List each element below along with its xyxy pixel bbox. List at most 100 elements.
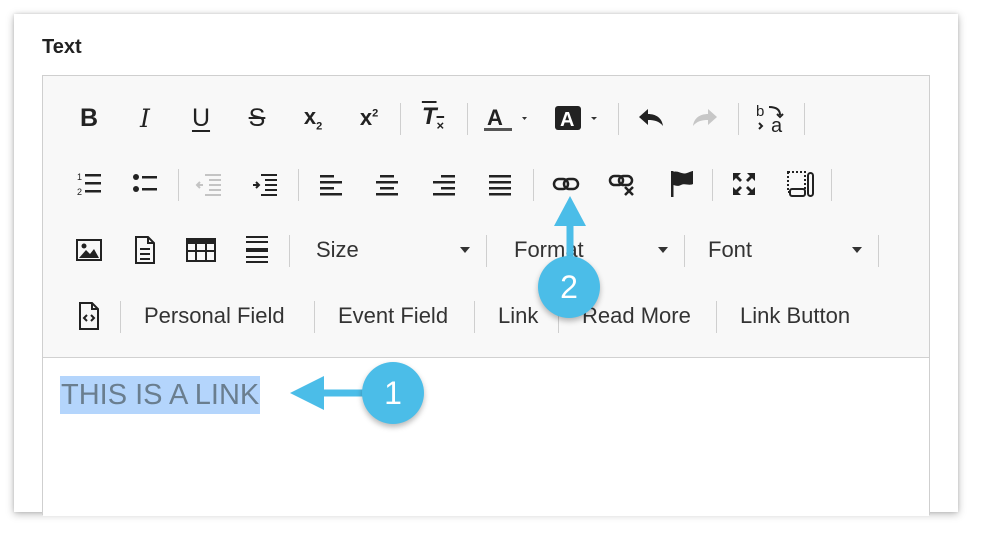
table-icon — [186, 238, 216, 262]
font-dropdown[interactable]: Font — [708, 230, 868, 270]
field-label: Text — [42, 36, 82, 58]
chevron-down-icon — [658, 247, 668, 253]
svg-text:A: A — [487, 105, 503, 130]
personal-field-button[interactable]: Personal Field — [144, 296, 285, 336]
strikethrough-icon: S — [248, 103, 266, 132]
font-dropdown-label: Font — [708, 237, 753, 262]
show-blocks-icon — [787, 171, 814, 197]
separator — [533, 169, 534, 201]
image-icon — [76, 239, 102, 261]
editor-toolbar: B I U S x2 x2 T× A A b a 1 2 Size Format… — [43, 76, 929, 358]
superscript-icon: x2 — [359, 105, 379, 130]
align-left-icon — [320, 175, 342, 196]
anchor-button[interactable] — [663, 164, 699, 204]
separator — [298, 169, 299, 201]
event-field-button[interactable]: Event Field — [338, 296, 448, 336]
step-2-callout: 2 — [538, 256, 600, 318]
size-dropdown-label: Size — [316, 237, 359, 262]
text-color-button[interactable]: A — [479, 98, 535, 138]
insert-image-button[interactable] — [71, 230, 107, 270]
decrease-indent-button[interactable] — [191, 164, 227, 204]
svg-text:2: 2 — [77, 187, 82, 197]
italic-icon: I — [140, 103, 150, 133]
unlink-button[interactable] — [604, 164, 640, 204]
rich-text-editor: B I U S x2 x2 T× A A b a 1 2 Size Format… — [42, 75, 930, 516]
separator — [878, 235, 879, 267]
link-button[interactable]: Link — [498, 296, 538, 336]
separator — [474, 301, 475, 333]
align-right-icon — [433, 175, 455, 196]
maximize-icon — [733, 173, 755, 195]
separator — [684, 235, 685, 267]
format-dropdown[interactable]: Format — [514, 230, 674, 270]
numbered-list-button[interactable]: 1 2 — [71, 164, 107, 204]
separator — [314, 301, 315, 333]
align-left-button[interactable] — [313, 164, 349, 204]
background-color-button[interactable]: A — [549, 98, 605, 138]
redo-button[interactable] — [687, 98, 723, 138]
svg-text:A: A — [560, 109, 574, 131]
outdent-icon — [195, 174, 221, 196]
templates-button[interactable] — [127, 230, 163, 270]
separator — [804, 103, 805, 135]
separator — [178, 169, 179, 201]
flag-icon — [671, 171, 693, 197]
strikethrough-button[interactable]: S — [239, 98, 275, 138]
insert-link-button[interactable] — [548, 164, 584, 204]
align-right-button[interactable] — [426, 164, 462, 204]
svg-text:a: a — [771, 115, 783, 135]
undo-button[interactable] — [633, 98, 669, 138]
superscript-button[interactable]: x2 — [351, 98, 387, 138]
translate-icon: b a — [756, 103, 784, 135]
subscript-icon: x2 — [303, 103, 323, 133]
toolbar-row-text-style: B I U S x2 x2 T× A A b a — [43, 98, 929, 138]
separator — [486, 235, 487, 267]
remove-format-button[interactable]: T× — [413, 98, 453, 138]
chevron-down-icon — [460, 247, 470, 253]
underline-icon: U — [191, 103, 211, 132]
underline-button[interactable]: U — [183, 98, 219, 138]
remove-format-icon: T× — [421, 103, 445, 133]
text-color-icon: A — [484, 105, 527, 131]
undo-icon — [639, 109, 663, 126]
step-1-callout: 1 — [362, 362, 424, 424]
separator — [712, 169, 713, 201]
editor-content-area[interactable]: THIS IS A LINK — [43, 358, 929, 516]
separator — [467, 103, 468, 135]
insert-table-button[interactable] — [183, 230, 219, 270]
separator — [831, 169, 832, 201]
unlink-icon — [608, 174, 634, 196]
separator — [120, 301, 121, 333]
read-more-button[interactable]: Read More — [582, 296, 691, 336]
bulleted-list-icon — [133, 174, 157, 192]
chevron-down-icon — [852, 247, 862, 253]
align-center-button[interactable] — [369, 164, 405, 204]
separator — [618, 103, 619, 135]
justify-button[interactable] — [482, 164, 518, 204]
increase-indent-button[interactable] — [247, 164, 283, 204]
separator — [400, 103, 401, 135]
redo-icon — [693, 109, 717, 126]
separator — [738, 103, 739, 135]
size-dropdown[interactable]: Size — [316, 230, 476, 270]
language-direction-button[interactable]: b a — [751, 98, 791, 138]
horizontal-rule-button[interactable] — [239, 230, 275, 270]
bulleted-list-button[interactable] — [127, 164, 163, 204]
bold-button[interactable]: B — [71, 98, 107, 138]
justify-icon — [489, 175, 511, 196]
italic-button[interactable]: I — [127, 98, 163, 138]
subscript-button[interactable]: x2 — [295, 98, 331, 138]
document-icon — [135, 236, 155, 264]
selected-text[interactable]: THIS IS A LINK — [60, 376, 261, 414]
toolbar-row-paragraph: 1 2 — [43, 164, 929, 204]
source-code-icon — [79, 302, 99, 330]
align-center-icon — [376, 175, 398, 196]
maximize-button[interactable] — [726, 164, 762, 204]
link-button-button[interactable]: Link Button — [740, 296, 850, 336]
separator — [716, 301, 717, 333]
toolbar-row-custom: Personal Field Event Field Link Read Mor… — [43, 296, 929, 336]
svg-text:1: 1 — [77, 172, 82, 182]
separator — [289, 235, 290, 267]
show-blocks-button[interactable] — [782, 164, 818, 204]
source-button[interactable] — [71, 296, 107, 336]
